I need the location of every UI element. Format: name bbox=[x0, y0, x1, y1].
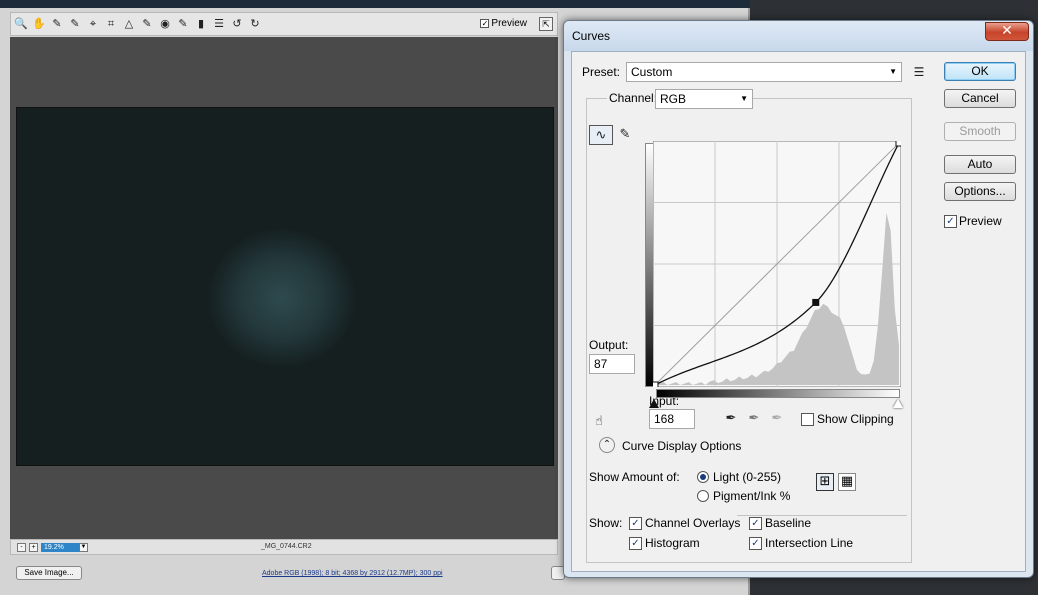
zoom-dropdown-icon[interactable]: ▼ bbox=[79, 543, 88, 552]
adjustment-brush-icon[interactable]: ✎ bbox=[176, 17, 190, 31]
curve-point bbox=[653, 381, 659, 387]
show-clipping-label: Show Clipping bbox=[817, 412, 894, 426]
preview-label: Preview bbox=[959, 214, 1002, 228]
save-image-button[interactable]: Save Image... bbox=[16, 566, 82, 580]
cancel-button[interactable]: Cancel bbox=[944, 89, 1016, 108]
on-image-adjust-icon[interactable]: ☝ bbox=[589, 412, 609, 432]
black-point-eyedropper-icon[interactable]: ✒ bbox=[721, 409, 741, 429]
light-radio[interactable] bbox=[697, 471, 709, 483]
auto-button[interactable]: Auto bbox=[944, 155, 1016, 174]
target-adjust-icon[interactable]: ⌖ bbox=[86, 17, 100, 31]
graduated-filter-icon[interactable]: ▮ bbox=[194, 17, 208, 31]
zoom-level[interactable]: 19.2% bbox=[41, 543, 79, 552]
workflow-options-link[interactable]: Adobe RGB (1998); 8 bit; 4368 by 2912 (1… bbox=[262, 570, 443, 577]
zoom-icon[interactable]: 🔍 bbox=[14, 17, 28, 31]
curves-titlebar[interactable]: Curves ✕ bbox=[564, 21, 1033, 51]
output-field[interactable]: 87 bbox=[589, 354, 635, 374]
baseline-label: Baseline bbox=[765, 516, 812, 530]
raw-toolbar: 🔍 ✋ ✎ ✎ ⌖ ⌗ △ ✎ ◉ ✎ ▮ ☰ ↺ ↻ ✓ Preview ⇱ bbox=[10, 12, 558, 36]
output-label: Output: bbox=[589, 338, 629, 352]
channel-label: Channel: bbox=[607, 91, 660, 105]
baseline-checkbox[interactable]: ✓ bbox=[749, 517, 762, 530]
intersection-line-checkbox[interactable]: ✓ bbox=[749, 537, 762, 550]
intersection-line-label: Intersection Line bbox=[765, 536, 854, 550]
raw-filename: _MG_0744.CR2 bbox=[261, 543, 312, 550]
show-label: Show: bbox=[589, 516, 623, 530]
preset-label: Preset: bbox=[582, 65, 621, 79]
curve-graph[interactable] bbox=[653, 141, 901, 387]
raw-status-bar: - + 19.2% ▼ _MG_0744.CR2 bbox=[10, 539, 558, 555]
section-divider bbox=[737, 515, 907, 516]
collapse-icon[interactable]: ⌃ bbox=[599, 437, 615, 453]
gray-point-eyedropper-icon[interactable]: ✒ bbox=[744, 409, 764, 429]
curve-point bbox=[812, 298, 820, 306]
black-input-slider[interactable] bbox=[649, 399, 659, 408]
grid-size-toggle: ⊞ ▦ bbox=[816, 473, 856, 491]
curve-display-options-label[interactable]: Curve Display Options bbox=[622, 439, 741, 453]
pencil-tool-icon[interactable]: ✎ bbox=[615, 125, 635, 145]
rotate-left-icon[interactable]: ↺ bbox=[230, 17, 244, 31]
curves-dialog: Curves ✕ Preset: Custom ▼ ☰ OK Cancel Sm… bbox=[563, 20, 1034, 578]
raw-preview-toggle[interactable]: ✓ Preview bbox=[480, 18, 527, 29]
preset-options-icon[interactable]: ☰ bbox=[909, 62, 929, 82]
preset-select[interactable]: Custom ▼ bbox=[626, 62, 902, 82]
white-input-slider[interactable] bbox=[893, 399, 903, 408]
preview-photo bbox=[16, 107, 554, 466]
pigment-radio[interactable] bbox=[697, 490, 709, 502]
detailed-grid-icon[interactable]: ▦ bbox=[838, 473, 856, 491]
preferences-icon[interactable]: ☰ bbox=[212, 17, 226, 31]
channel-overlays-checkbox[interactable]: ✓ bbox=[629, 517, 642, 530]
chevron-down-icon: ▼ bbox=[740, 94, 748, 103]
raw-preview-checkbox[interactable]: ✓ bbox=[480, 19, 490, 28]
zoom-in-button[interactable]: + bbox=[29, 543, 38, 552]
input-gradient-bar bbox=[656, 389, 900, 398]
curve-points-tool-icon[interactable]: ∿ bbox=[589, 125, 613, 145]
input-field[interactable]: 168 bbox=[649, 409, 695, 429]
fullscreen-icon[interactable]: ⇱ bbox=[539, 17, 553, 31]
color-sampler-icon[interactable]: ✎ bbox=[68, 17, 82, 31]
spot-removal-icon[interactable]: ✎ bbox=[140, 17, 154, 31]
preview-checkbox[interactable]: ✓ bbox=[944, 215, 957, 228]
dialog-title: Curves bbox=[572, 29, 611, 43]
curves-client-area: Preset: Custom ▼ ☰ OK Cancel Smooth Auto… bbox=[571, 51, 1026, 572]
ok-button[interactable]: OK bbox=[944, 62, 1016, 81]
crop-icon[interactable]: ⌗ bbox=[104, 17, 118, 31]
window-title-strip bbox=[0, 0, 750, 8]
white-balance-icon[interactable]: ✎ bbox=[50, 17, 64, 31]
pigment-label: Pigment/Ink % bbox=[713, 489, 791, 503]
zoom-out-button[interactable]: - bbox=[17, 543, 26, 552]
raw-preview-label: Preview bbox=[491, 18, 527, 29]
options-button[interactable]: Options... bbox=[944, 182, 1016, 201]
curve-point bbox=[895, 141, 901, 147]
show-clipping-checkbox[interactable] bbox=[801, 413, 814, 426]
hand-icon[interactable]: ✋ bbox=[32, 17, 46, 31]
chevron-down-icon: ▼ bbox=[889, 67, 897, 76]
show-amount-label: Show Amount of: bbox=[589, 470, 680, 484]
light-label: Light (0-255) bbox=[713, 470, 782, 484]
histogram-label: Histogram bbox=[645, 536, 700, 550]
close-button[interactable]: ✕ bbox=[985, 22, 1029, 41]
simple-grid-icon[interactable]: ⊞ bbox=[816, 473, 834, 491]
preset-value: Custom bbox=[631, 65, 673, 79]
histogram-checkbox[interactable]: ✓ bbox=[629, 537, 642, 550]
channel-select[interactable]: RGB ▼ bbox=[655, 89, 753, 109]
red-eye-icon[interactable]: ◉ bbox=[158, 17, 172, 31]
rotate-right-icon[interactable]: ↻ bbox=[248, 17, 262, 31]
white-point-eyedropper-icon[interactable]: ✒ bbox=[767, 409, 787, 429]
channel-overlays-label: Channel Overlays bbox=[645, 516, 741, 530]
smooth-button[interactable]: Smooth bbox=[944, 122, 1016, 141]
channel-value: RGB bbox=[660, 92, 687, 106]
straighten-icon[interactable]: △ bbox=[122, 17, 136, 31]
